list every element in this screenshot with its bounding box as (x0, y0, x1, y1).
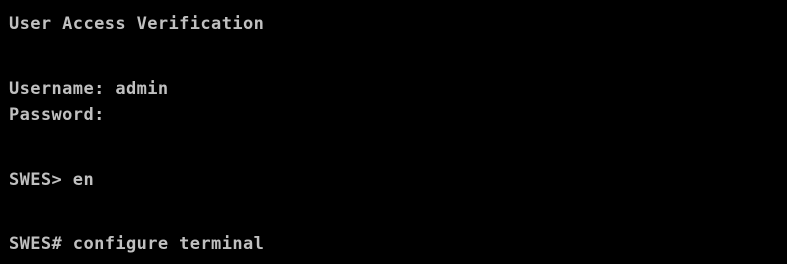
enable-command-line: SWES> en (9, 170, 95, 190)
username-line: Username: admin (9, 79, 169, 99)
password-line: Password: (9, 105, 105, 125)
configure-command-line: SWES# configure terminal (9, 234, 265, 254)
banner-line: User Access Verification (9, 14, 265, 34)
terminal-window[interactable]: User Access Verification Username: admin… (0, 0, 787, 264)
